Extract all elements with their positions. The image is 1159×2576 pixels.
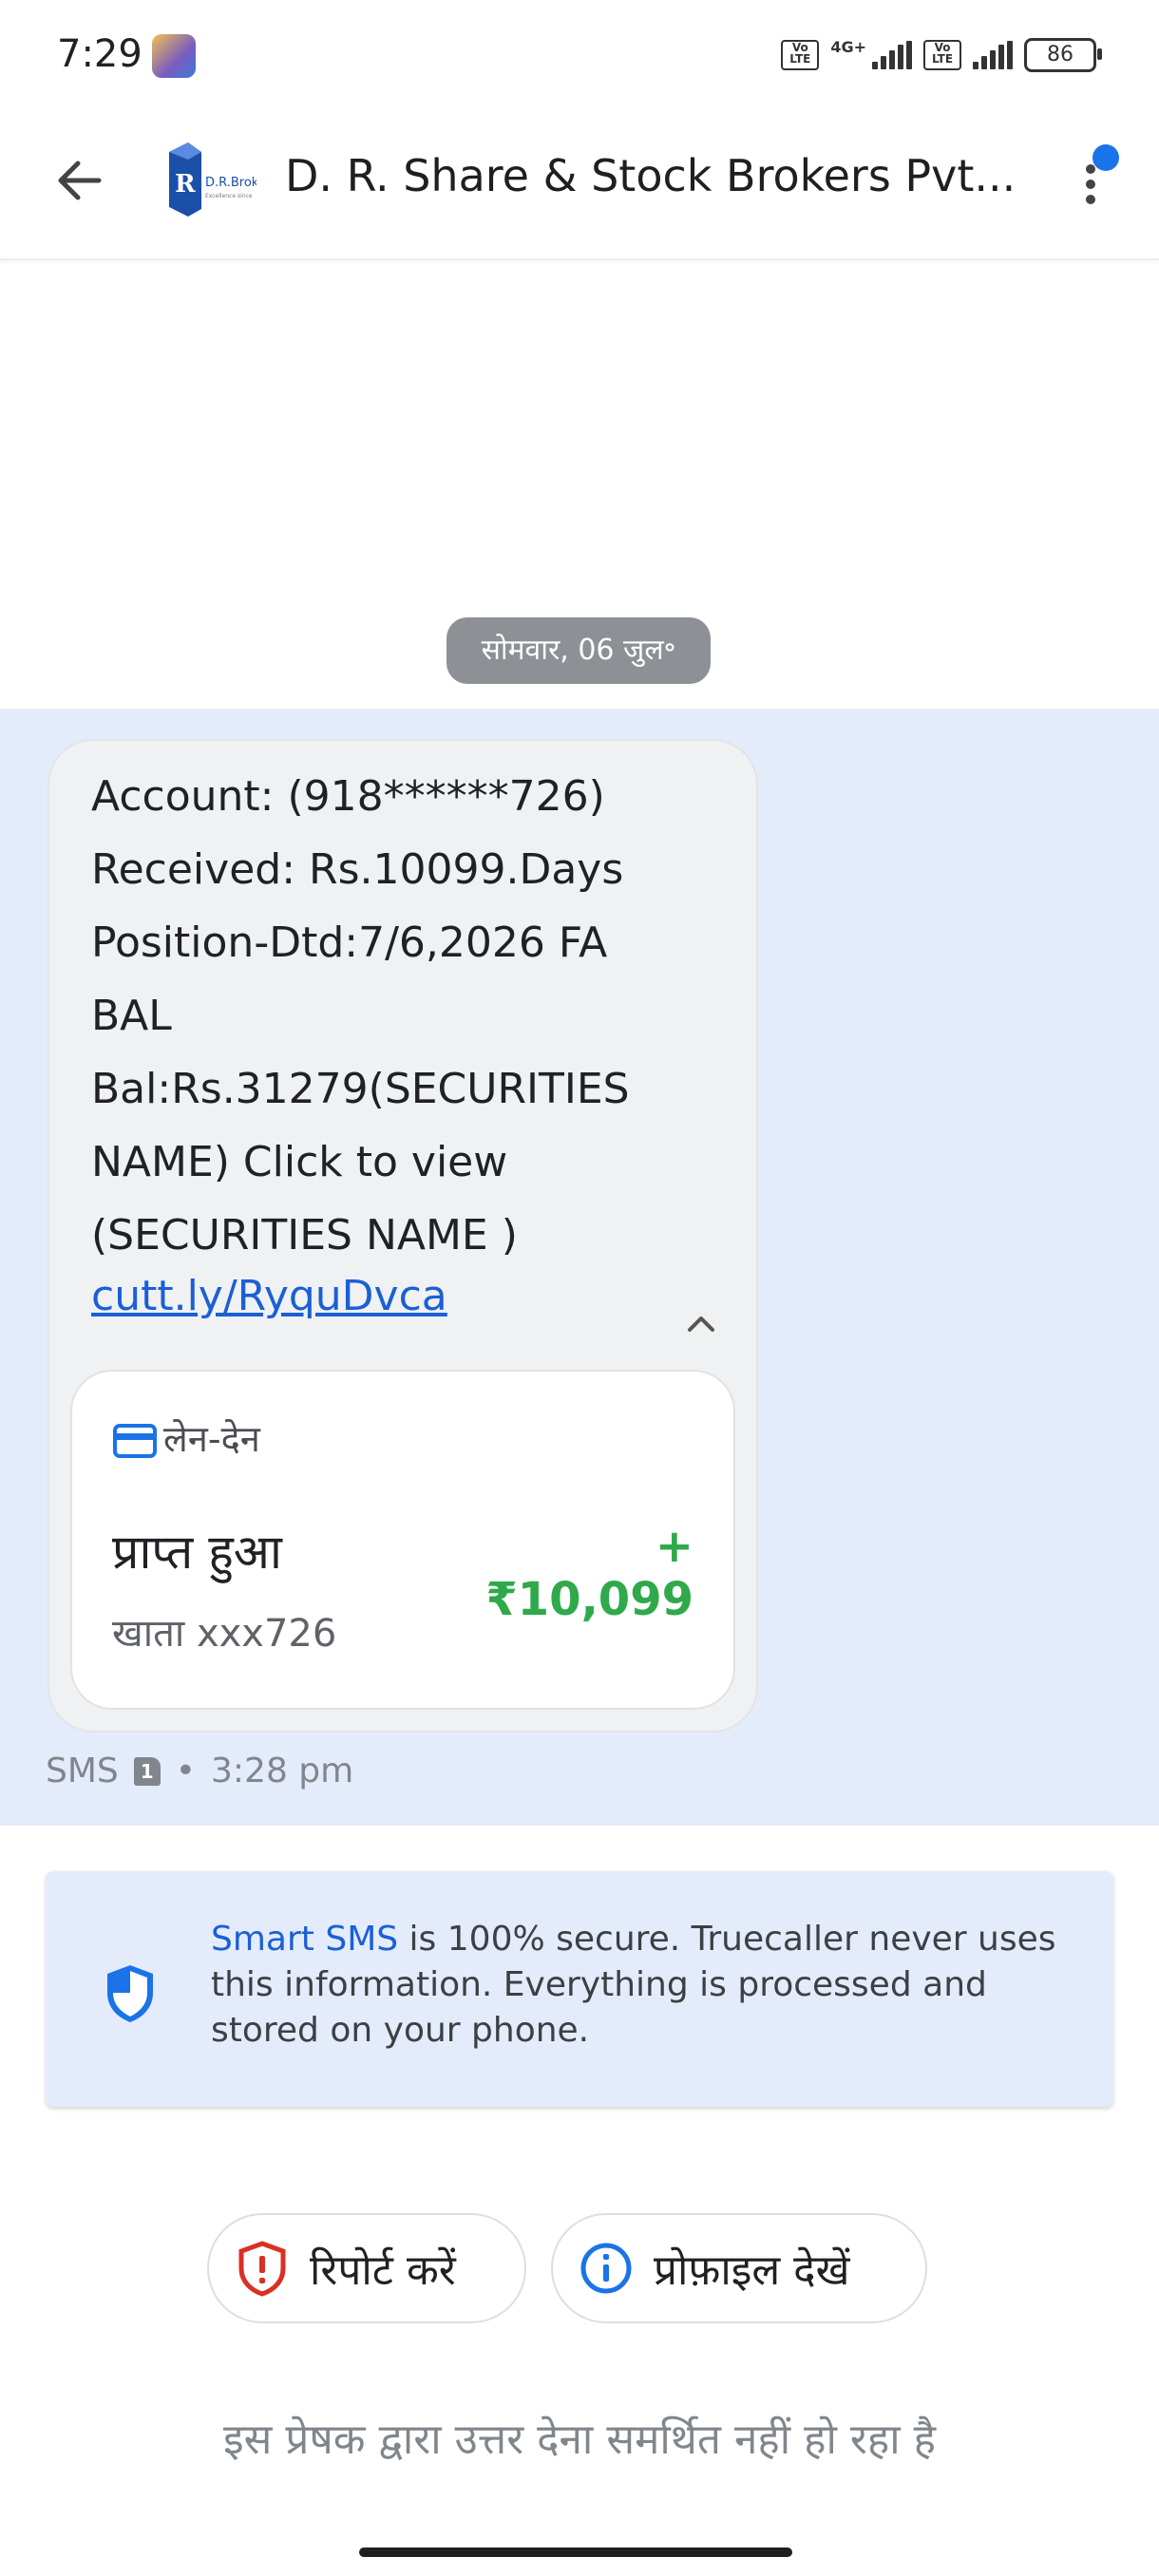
signal-icon-2	[973, 41, 1013, 69]
svg-text:D.R.Brokers: D.R.Brokers	[205, 176, 256, 190]
svg-text:R: R	[175, 170, 196, 199]
report-shield-icon	[238, 2241, 286, 2297]
credit-card-icon	[112, 1423, 158, 1459]
transaction-amount: + ₹10,099	[485, 1520, 694, 1626]
home-indicator[interactable]	[359, 2548, 792, 2557]
back-button[interactable]	[51, 152, 108, 209]
message-line: (SECURITIES NAME )	[91, 1211, 518, 1260]
message-body: Account: (918******726) Received: Rs.100…	[91, 760, 680, 1272]
report-button-label: रिपोर्ट करें	[310, 2246, 456, 2295]
message-line: BAL	[91, 992, 172, 1040]
view-profile-label: प्रोफ़ाइल देखें	[654, 2246, 850, 2295]
status-app-icon	[152, 34, 196, 78]
message-meta: SMS 1 • 3:28 pm	[46, 1752, 353, 1790]
smart-sms-brand: Smart SMS	[211, 1920, 399, 1959]
volte-icon-2: Vo LTE	[923, 40, 961, 70]
sim-icon: 1	[133, 1756, 161, 1786]
message-line: Bal:Rs.31279(SECURITIES	[91, 1065, 630, 1113]
reply-unsupported-note: इस प्रेषक द्वारा उत्तर देना समर्थित नहीं…	[223, 2415, 936, 2464]
message-link[interactable]: cutt.ly/RyquDvca	[91, 1272, 447, 1320]
shield-icon	[103, 1962, 158, 2025]
chevron-up-icon	[688, 1316, 714, 1332]
svg-text:Excellence since: Excellence since	[205, 193, 253, 199]
message-line: Received: Rs.10099.Days	[91, 845, 624, 894]
view-profile-button[interactable]: प्रोफ़ाइल देखें	[551, 2213, 927, 2323]
transaction-label: लेन-देन	[163, 1418, 260, 1460]
notification-dot	[1092, 144, 1119, 171]
channel-label: SMS	[46, 1752, 119, 1790]
arrow-back-icon	[58, 161, 102, 200]
status-indicators: Vo LTE 4G+ Vo LTE 86	[781, 38, 1102, 72]
battery-icon: 86	[1024, 38, 1102, 72]
sender-logo: R D.R.Brokers Excellence since	[163, 139, 277, 218]
meta-separator: •	[175, 1752, 196, 1790]
volte-icon: Vo LTE	[781, 40, 820, 70]
report-button[interactable]: रिपोर्ट करें	[207, 2213, 526, 2323]
status-time: 7:29	[57, 32, 142, 76]
date-chip: सोमवार, 06 जुल॰	[446, 617, 711, 684]
message-line: Position-Dtd:7/6,2026 FA	[91, 919, 608, 967]
secure-notice-text: Smart SMS is 100% secure. Truecaller nev…	[211, 1917, 1085, 2054]
collapse-button[interactable]	[678, 1301, 724, 1347]
sender-name[interactable]: D. R. Share & Stock Brokers Pvt...	[285, 150, 1026, 201]
transaction-title: प्राप्त हुआ	[112, 1525, 282, 1580]
message-line: NAME) Click to view	[91, 1138, 508, 1186]
message-line: Account: (918******726)	[91, 772, 605, 821]
signal-icon	[872, 41, 912, 69]
info-icon	[580, 2243, 632, 2294]
message-time: 3:28 pm	[211, 1752, 354, 1790]
network-type-label: 4G+	[830, 38, 866, 56]
transaction-account: खाता xxx726	[112, 1612, 337, 1656]
